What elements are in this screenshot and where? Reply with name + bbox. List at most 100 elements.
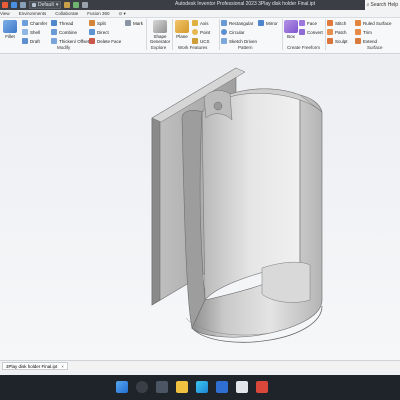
shape-generator-label: Shape Generator bbox=[149, 34, 171, 44]
divider bbox=[146, 19, 147, 50]
thicken-icon bbox=[51, 38, 57, 44]
fillet-label: Fillet bbox=[5, 34, 15, 39]
face-button[interactable]: Face bbox=[299, 20, 317, 26]
tab-collaborate[interactable]: Collaborate bbox=[55, 11, 78, 16]
extend-icon bbox=[355, 38, 361, 44]
thread-label: Thread bbox=[59, 20, 74, 26]
sculpt-icon bbox=[327, 38, 333, 44]
tab-fusion-360[interactable]: Fusion 360 bbox=[87, 11, 109, 16]
point-icon bbox=[192, 29, 198, 35]
draft-button[interactable]: Draft bbox=[22, 38, 40, 44]
ruled-surface-button[interactable]: Ruled Surface bbox=[355, 20, 392, 26]
delete-face-label: Delete Face bbox=[97, 38, 122, 44]
thicken-offset-button[interactable]: Thicken/ Offset bbox=[51, 38, 89, 44]
point-label: Point bbox=[200, 29, 211, 35]
document-tab-bar: 3Play disk holder Final.ipt × bbox=[0, 360, 400, 371]
search-help-label: Search Help bbox=[370, 2, 398, 8]
ucs-button[interactable]: UCS bbox=[192, 38, 210, 44]
mark-button[interactable]: Mark bbox=[125, 20, 143, 26]
store-icon[interactable] bbox=[216, 381, 228, 393]
document-tab[interactable]: 3Play disk holder Final.ipt × bbox=[2, 362, 68, 370]
patch-button[interactable]: Patch bbox=[327, 29, 347, 35]
thread-button[interactable]: Thread bbox=[51, 20, 73, 26]
function-icon[interactable] bbox=[82, 2, 89, 8]
trim-button[interactable]: Trim bbox=[355, 29, 372, 35]
chamfer-icon bbox=[22, 20, 28, 26]
direct-label: Direct bbox=[97, 29, 109, 35]
shape-generator-icon bbox=[153, 20, 167, 33]
shell-button[interactable]: Shell bbox=[22, 29, 40, 35]
combine-icon bbox=[51, 29, 57, 35]
undo-icon[interactable] bbox=[20, 2, 26, 8]
sculpt-button[interactable]: Sculpt bbox=[327, 38, 348, 44]
edge-browser-icon[interactable] bbox=[196, 381, 208, 393]
convert-label: Convert bbox=[307, 29, 323, 35]
sculpt-label: Sculpt bbox=[335, 38, 348, 44]
mirror-button[interactable]: Mirror bbox=[258, 20, 278, 26]
material-dropdown[interactable]: Default ▾ bbox=[29, 1, 62, 9]
divider bbox=[325, 19, 326, 50]
stitch-button[interactable]: Stitch bbox=[327, 20, 346, 26]
draft-label: Draft bbox=[30, 38, 40, 44]
ribbon-panel: Fillet Chamfer Shell Draft Thread Combin… bbox=[0, 18, 400, 54]
chrome-icon[interactable] bbox=[236, 381, 248, 393]
sketch-driven-icon bbox=[221, 38, 227, 44]
box-icon bbox=[284, 20, 298, 33]
sketch-driven-pattern-button[interactable]: Sketch Driven bbox=[221, 38, 257, 44]
fillet-button[interactable]: Fillet bbox=[2, 20, 18, 39]
adjust-icon[interactable] bbox=[73, 2, 80, 8]
inventor-app-icon[interactable] bbox=[256, 381, 268, 393]
rectangular-pattern-icon bbox=[221, 20, 227, 26]
ruled-surface-icon bbox=[355, 20, 361, 26]
box-label: Box bbox=[287, 34, 295, 39]
tab-environments[interactable]: Environments bbox=[19, 11, 47, 16]
delete-face-button[interactable]: Delete Face bbox=[89, 38, 121, 44]
ribbon-options-icon[interactable]: ⊙ ▾ bbox=[118, 11, 125, 17]
file-explorer-icon[interactable] bbox=[176, 381, 188, 393]
freeform-box-button[interactable]: Box bbox=[284, 20, 298, 39]
appearance-icon[interactable] bbox=[64, 2, 71, 8]
rectangular-label: Rectangular bbox=[229, 20, 254, 26]
shape-generator-button[interactable]: Shape Generator bbox=[148, 20, 172, 44]
group-work-features: Work Features bbox=[178, 45, 208, 50]
point-button[interactable]: Point bbox=[192, 29, 210, 35]
axis-button[interactable]: Axis bbox=[192, 20, 209, 26]
tab-view[interactable]: View bbox=[0, 11, 10, 16]
combine-button[interactable]: Combine bbox=[51, 29, 77, 35]
ribbon-tabs: View Environments Collaborate Fusion 360… bbox=[0, 10, 400, 18]
plate-edge bbox=[151, 113, 161, 306]
task-view-icon[interactable] bbox=[156, 381, 168, 393]
circular-pattern-button[interactable]: Circular bbox=[221, 29, 245, 35]
graphics-viewport[interactable] bbox=[0, 55, 400, 360]
ruled-surface-label: Ruled Surface bbox=[363, 20, 392, 26]
search-icon: ⌕ bbox=[366, 2, 370, 8]
save-icon[interactable] bbox=[11, 2, 17, 8]
app-menu-icon[interactable] bbox=[2, 2, 8, 8]
convert-icon bbox=[299, 29, 305, 35]
direct-button[interactable]: Direct bbox=[89, 29, 109, 35]
split-label: Split bbox=[97, 20, 106, 26]
divider bbox=[219, 19, 220, 50]
split-icon bbox=[89, 20, 95, 26]
rectangular-pattern-button[interactable]: Rectangular bbox=[221, 20, 253, 26]
patch-label: Patch bbox=[335, 29, 347, 35]
group-explore: Explore bbox=[151, 45, 167, 50]
extend-button[interactable]: Extend bbox=[355, 38, 377, 44]
part-model[interactable] bbox=[0, 55, 400, 360]
close-icon[interactable]: × bbox=[61, 364, 64, 369]
chevron-down-icon: ▾ bbox=[55, 2, 59, 8]
chamfer-button[interactable]: Chamfer bbox=[22, 20, 47, 26]
trim-icon bbox=[355, 29, 361, 35]
document-tab-label: 3Play disk holder Final.ipt bbox=[6, 363, 58, 369]
trim-label: Trim bbox=[363, 29, 372, 35]
plane-button[interactable]: Plane bbox=[174, 20, 190, 39]
floor-ledge bbox=[261, 261, 311, 303]
mirror-icon bbox=[258, 20, 264, 26]
convert-button[interactable]: Convert bbox=[299, 29, 323, 35]
search-help-box[interactable]: ⌕ Search Help bbox=[364, 0, 400, 10]
split-button[interactable]: Split bbox=[89, 20, 106, 26]
thicken-label: Thicken/ Offset bbox=[59, 38, 90, 44]
windows-start-icon[interactable] bbox=[116, 381, 128, 393]
search-icon[interactable] bbox=[136, 381, 148, 393]
mark-label: Mark bbox=[133, 20, 143, 26]
